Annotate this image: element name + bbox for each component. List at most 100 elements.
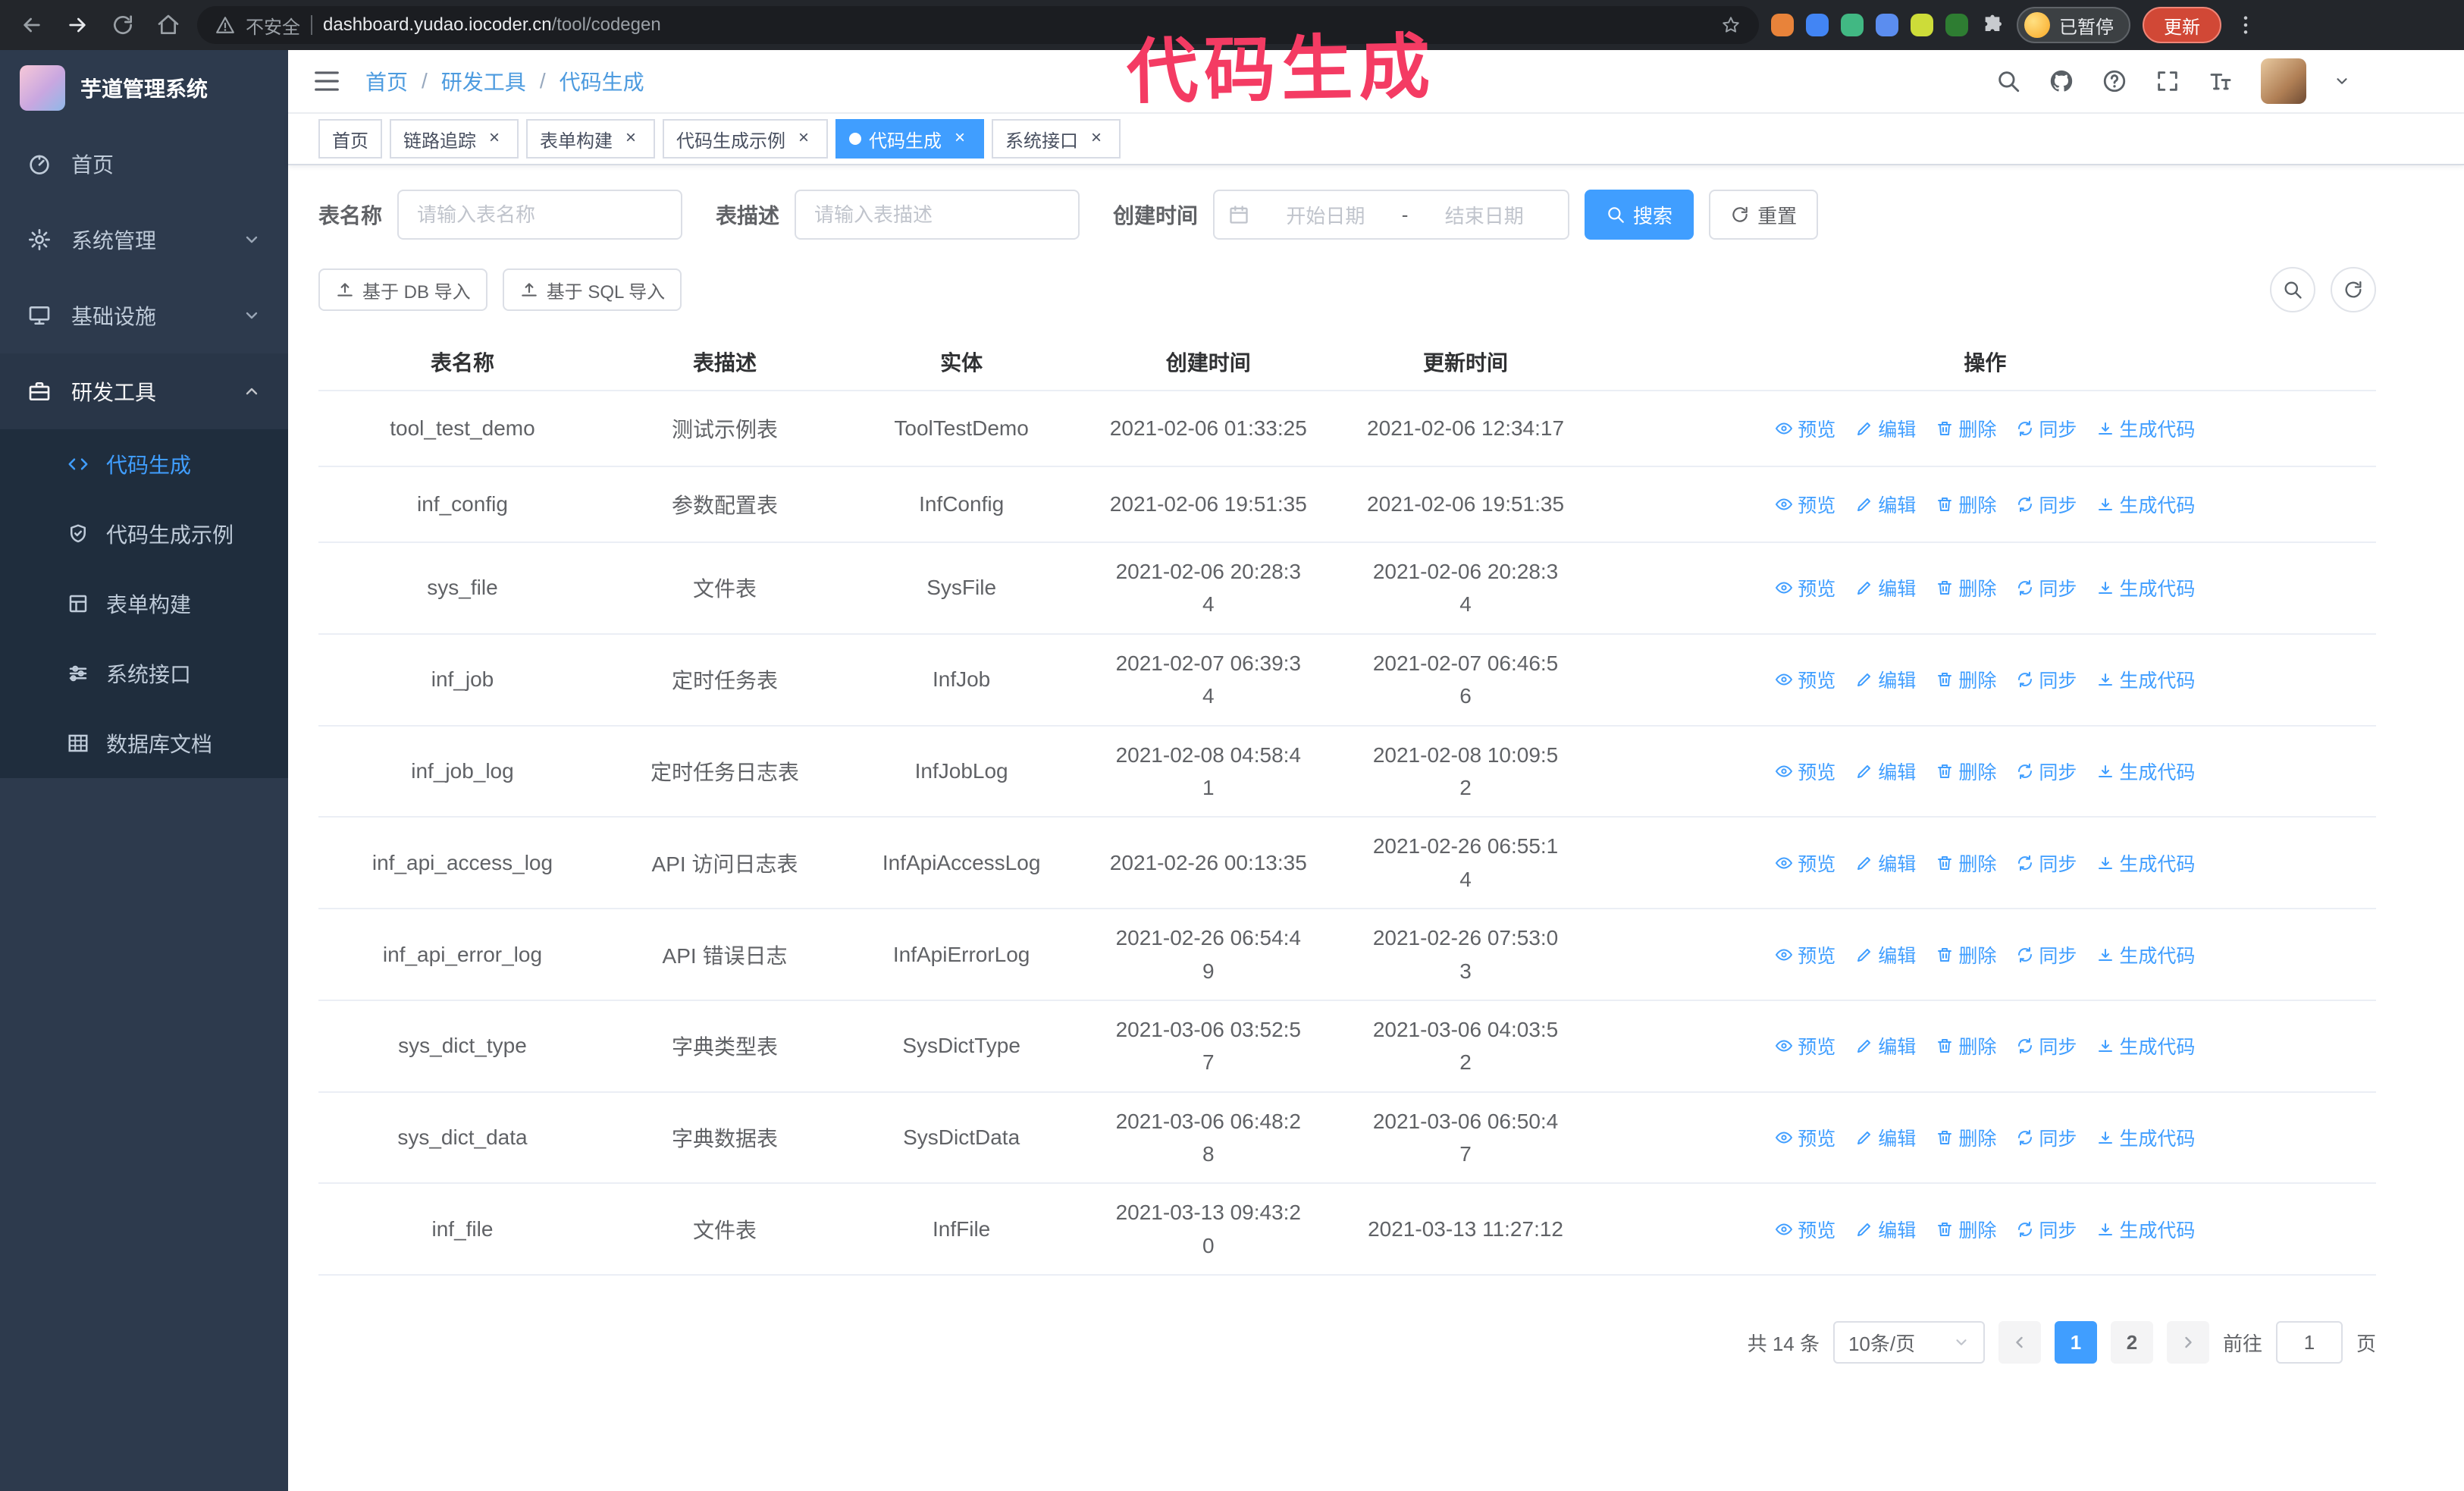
sidebar-item-home[interactable]: 首页 [0,126,288,202]
extension-1-icon[interactable] [1771,14,1794,36]
sidebar-subitem-codegen[interactable]: 代码生成 [0,429,288,499]
delete-action[interactable]: 删除 [1936,941,1996,968]
app-logo[interactable]: 芋道管理系统 [0,50,288,126]
edit-action[interactable]: 编辑 [1855,1124,1916,1151]
generate-action[interactable]: 生成代码 [2096,491,2195,518]
preview-action[interactable]: 预览 [1775,666,1835,693]
sync-action[interactable]: 同步 [2016,1124,2077,1151]
search-icon[interactable] [1995,68,2021,94]
extension-6-icon[interactable] [1945,14,1968,36]
close-icon[interactable]: × [484,128,505,149]
edit-action[interactable]: 编辑 [1855,574,1916,601]
preview-action[interactable]: 预览 [1775,574,1835,601]
generate-action[interactable]: 生成代码 [2096,1216,2195,1243]
delete-action[interactable]: 删除 [1936,491,1996,518]
edit-action[interactable]: 编辑 [1855,758,1916,785]
preview-action[interactable]: 预览 [1775,1124,1835,1151]
breadcrumb-dev-tools[interactable]: 研发工具 [441,66,526,96]
table-name-input[interactable] [397,190,683,240]
next-page-button[interactable] [2166,1321,2209,1364]
edit-action[interactable]: 编辑 [1855,491,1916,518]
sync-action[interactable]: 同步 [2016,849,2077,877]
edit-action[interactable]: 编辑 [1855,1032,1916,1059]
font-size-icon[interactable] [2208,68,2234,94]
sidebar-toggle-icon[interactable] [312,67,341,96]
avatar-caret-down-icon[interactable] [2334,73,2350,89]
preview-action[interactable]: 预览 [1775,415,1835,442]
view-tab[interactable]: 链路追踪 × [390,119,519,159]
sync-action[interactable]: 同步 [2016,666,2077,693]
delete-action[interactable]: 删除 [1936,849,1996,877]
help-icon[interactable] [2102,68,2127,94]
import-db-button[interactable]: 基于 DB 导入 [318,268,487,311]
extension-3-icon[interactable] [1841,14,1864,36]
generate-action[interactable]: 生成代码 [2096,941,2195,968]
import-sql-button[interactable]: 基于 SQL 导入 [502,268,682,311]
extension-4-icon[interactable] [1876,14,1898,36]
close-icon[interactable]: × [620,128,641,149]
sync-action[interactable]: 同步 [2016,941,2077,968]
close-icon[interactable]: × [949,128,970,149]
preview-action[interactable]: 预览 [1775,1032,1835,1059]
fullscreen-icon[interactable] [2155,68,2180,94]
view-tab[interactable]: 系统接口 × [992,119,1121,159]
delete-action[interactable]: 删除 [1936,666,1996,693]
generate-action[interactable]: 生成代码 [2096,574,2195,601]
view-tab[interactable]: 代码生成 × [835,119,984,159]
preview-action[interactable]: 预览 [1775,941,1835,968]
sidebar-item-dev-tools[interactable]: 研发工具 [0,353,288,429]
sync-action[interactable]: 同步 [2016,491,2077,518]
sync-action[interactable]: 同步 [2016,1032,2077,1059]
breadcrumb-home[interactable]: 首页 [365,66,408,96]
reload-icon[interactable] [106,8,140,42]
url-bar[interactable]: 不安全 dashboard.yudao.iocoder.cn/tool/code… [197,6,1759,44]
toggle-search-button[interactable] [2270,267,2315,312]
browser-update-button[interactable]: 更新 [2143,7,2221,43]
preview-action[interactable]: 预览 [1775,1216,1835,1243]
page-size-select[interactable]: 10条/页 [1832,1321,1985,1364]
search-button[interactable]: 搜索 [1585,190,1694,240]
delete-action[interactable]: 删除 [1936,574,1996,601]
back-icon[interactable] [15,8,49,42]
forward-icon[interactable] [61,8,94,42]
refresh-table-button[interactable] [2331,267,2376,312]
sidebar-item-infra[interactable]: 基础设施 [0,278,288,353]
reset-button[interactable]: 重置 [1709,190,1819,240]
view-tab[interactable]: 首页 [318,119,382,159]
preview-action[interactable]: 预览 [1775,491,1835,518]
sync-action[interactable]: 同步 [2016,1216,2077,1243]
extensions-puzzle-icon[interactable] [1980,13,2005,37]
goto-page-input[interactable] [2275,1321,2343,1364]
generate-action[interactable]: 生成代码 [2096,415,2195,442]
close-icon[interactable]: × [1086,128,1107,149]
home-icon[interactable] [152,8,185,42]
sidebar-subitem-codegen-demo[interactable]: 代码生成示例 [0,499,288,569]
edit-action[interactable]: 编辑 [1855,849,1916,877]
generate-action[interactable]: 生成代码 [2096,1032,2195,1059]
edit-action[interactable]: 编辑 [1855,1216,1916,1243]
generate-action[interactable]: 生成代码 [2096,849,2195,877]
delete-action[interactable]: 删除 [1936,1124,1996,1151]
edit-action[interactable]: 编辑 [1855,941,1916,968]
sidebar-subitem-form-builder[interactable]: 表单构建 [0,569,288,639]
sidebar-item-system[interactable]: 系统管理 [0,202,288,278]
close-icon[interactable]: × [793,128,814,149]
delete-action[interactable]: 删除 [1936,415,1996,442]
user-avatar[interactable] [2261,58,2306,104]
generate-action[interactable]: 生成代码 [2096,758,2195,785]
date-range-picker[interactable]: 开始日期 - 结束日期 [1213,190,1570,240]
edit-action[interactable]: 编辑 [1855,415,1916,442]
sync-action[interactable]: 同步 [2016,415,2077,442]
sidebar-subitem-db-doc[interactable]: 数据库文档 [0,708,288,778]
table-desc-input[interactable] [795,190,1080,240]
sync-action[interactable]: 同步 [2016,574,2077,601]
page-number[interactable]: 2 [2110,1321,2153,1364]
view-tab[interactable]: 表单构建 × [526,119,655,159]
generate-action[interactable]: 生成代码 [2096,666,2195,693]
prev-page-button[interactable] [1998,1321,2041,1364]
delete-action[interactable]: 删除 [1936,758,1996,785]
delete-action[interactable]: 删除 [1936,1216,1996,1243]
bookmark-star-icon[interactable] [1721,15,1741,35]
edit-action[interactable]: 编辑 [1855,666,1916,693]
generate-action[interactable]: 生成代码 [2096,1124,2195,1151]
